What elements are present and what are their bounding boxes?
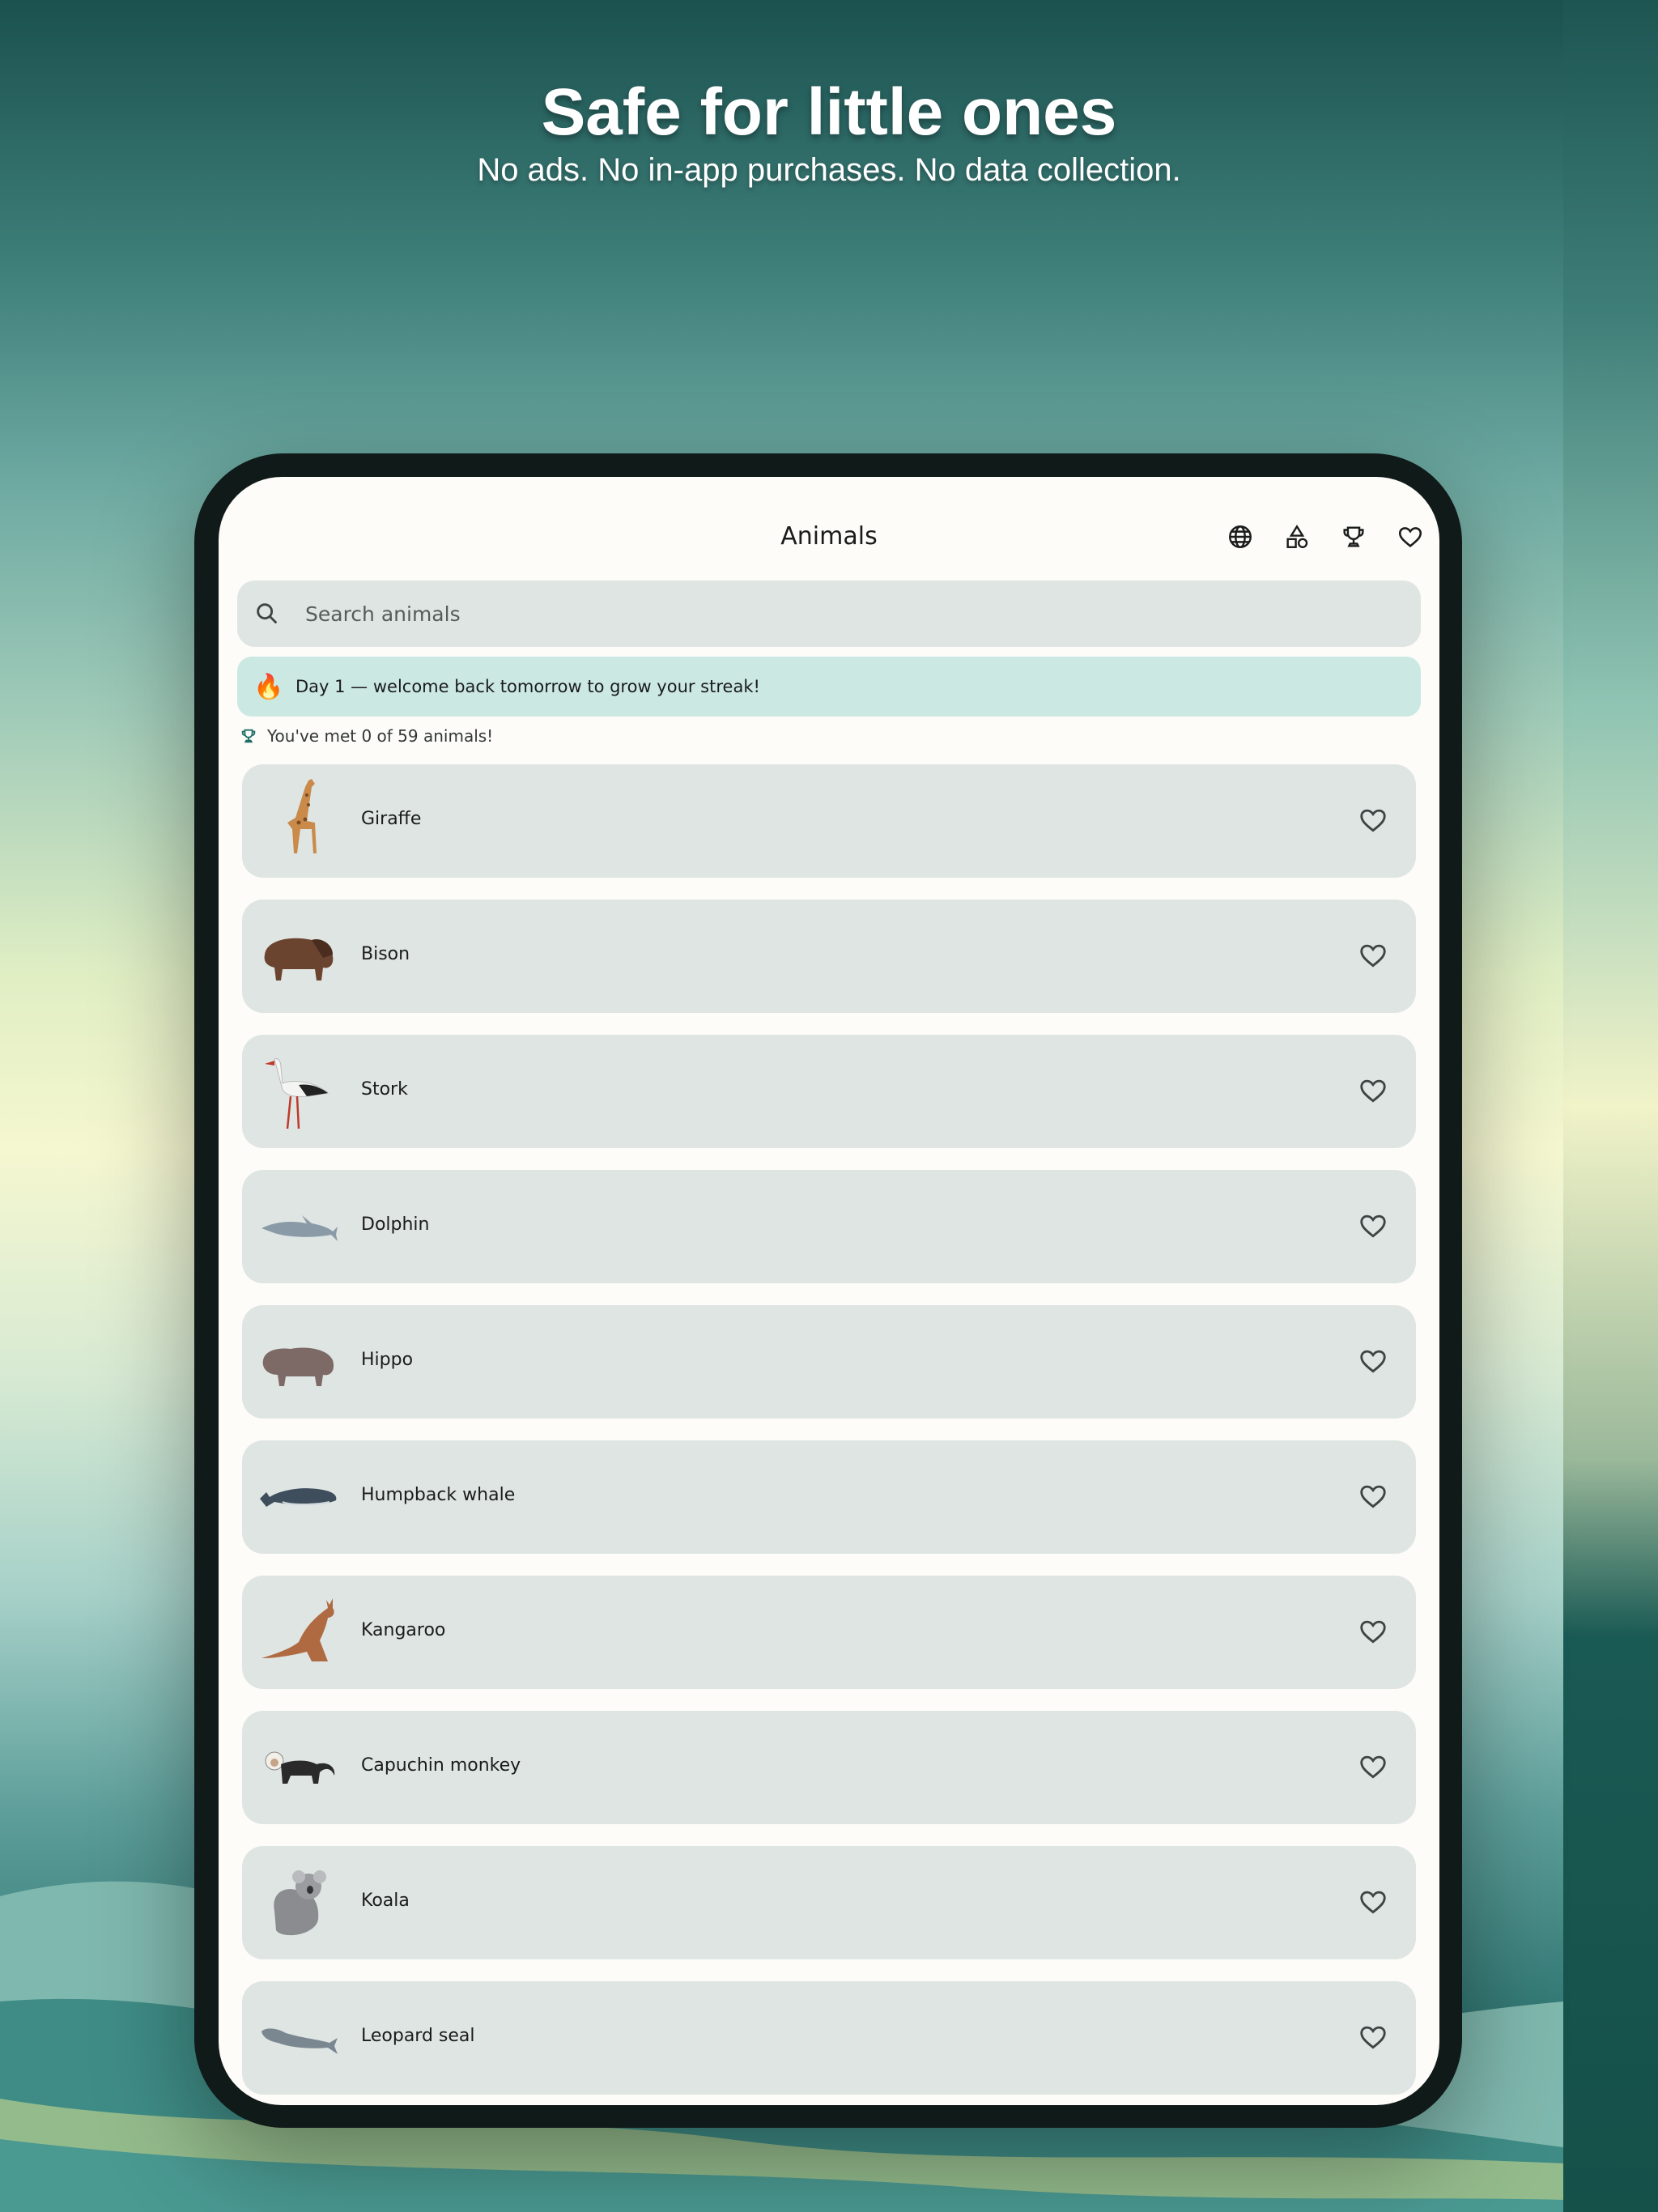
- promo-subtitle: No ads. No in-app purchases. No data col…: [477, 152, 1181, 188]
- stork-image: [265, 1058, 329, 1129]
- progress-line: You've met 0 of 59 animals!: [240, 726, 493, 746]
- animal-card-humpback-whale[interactable]: Humpback whale: [242, 1440, 1416, 1554]
- achievements-button[interactable]: [1339, 522, 1368, 551]
- animal-card-dolphin[interactable]: Dolphin: [242, 1170, 1416, 1283]
- categories-button[interactable]: [1282, 522, 1312, 551]
- streak-banner: 🔥 Day 1 — welcome back tomorrow to grow …: [237, 657, 1421, 717]
- heart-icon[interactable]: [1358, 1887, 1388, 1917]
- dolphin-image: [261, 1215, 338, 1241]
- favorites-button[interactable]: [1396, 522, 1425, 551]
- seal-image: [261, 2028, 338, 2054]
- hippo-image: [262, 1347, 334, 1386]
- kangaroo-image: [261, 1598, 334, 1661]
- shapes-icon: [1286, 524, 1308, 548]
- giraffe-image: [287, 779, 317, 853]
- animal-card-giraffe[interactable]: Giraffe: [242, 764, 1416, 878]
- animal-name: Capuchin monkey: [361, 1755, 521, 1776]
- animal-name: Kangaroo: [361, 1620, 446, 1640]
- animal-card-stork[interactable]: Stork: [242, 1035, 1416, 1148]
- heart-icon[interactable]: [1358, 1616, 1388, 1647]
- app-bar-actions: [1226, 522, 1425, 551]
- fire-icon: 🔥: [253, 672, 284, 701]
- globe-icon: [1229, 525, 1252, 548]
- animal-name: Humpback whale: [361, 1485, 516, 1505]
- background-strip: [1563, 0, 1658, 2212]
- search-input[interactable]: [305, 602, 1358, 626]
- app-screen: Animals Search animals 🔥 Day 1 — welcome…: [219, 477, 1439, 2105]
- animal-name: Leopard seal: [361, 2026, 475, 2046]
- animal-name: Dolphin: [361, 1214, 430, 1235]
- animal-card-kangaroo[interactable]: Kangaroo: [242, 1576, 1416, 1689]
- koala-image: [274, 1870, 326, 1936]
- heart-icon[interactable]: [1358, 1075, 1388, 1106]
- animal-name: Hippo: [361, 1350, 414, 1370]
- promo-title: Safe for little ones: [541, 75, 1117, 149]
- animal-name: Giraffe: [361, 809, 422, 829]
- trophy-icon: [1343, 526, 1364, 547]
- animal-card-koala[interactable]: Koala: [242, 1846, 1416, 1959]
- heart-icon[interactable]: [1358, 2022, 1388, 2052]
- heart-icon[interactable]: [1358, 1481, 1388, 1512]
- heart-icon[interactable]: [1358, 940, 1388, 971]
- monkey-image: [265, 1751, 335, 1784]
- language-button[interactable]: [1226, 522, 1255, 551]
- animal-card-bison[interactable]: Bison: [242, 900, 1416, 1013]
- animal-name: Bison: [361, 944, 410, 964]
- heart-icon[interactable]: [1358, 805, 1388, 836]
- search-bar[interactable]: [237, 581, 1421, 647]
- animal-card-hippo[interactable]: Hippo: [242, 1305, 1416, 1419]
- heart-icon: [1398, 527, 1422, 547]
- animal-card-capuchin-monkey[interactable]: Capuchin monkey: [242, 1711, 1416, 1824]
- animal-name: Koala: [361, 1891, 410, 1911]
- trophy-icon: [241, 729, 256, 743]
- animal-card-leopard-seal[interactable]: Leopard seal: [242, 1981, 1416, 2095]
- heart-icon[interactable]: [1358, 1751, 1388, 1782]
- progress-text: You've met 0 of 59 animals!: [267, 726, 494, 746]
- heart-icon[interactable]: [1358, 1210, 1388, 1241]
- bison-image: [264, 938, 334, 981]
- streak-text: Day 1 — welcome back tomorrow to grow yo…: [295, 677, 760, 696]
- whale-image: [260, 1488, 337, 1507]
- animal-name: Stork: [361, 1079, 408, 1100]
- search-icon: [257, 603, 278, 624]
- heart-icon[interactable]: [1358, 1346, 1388, 1376]
